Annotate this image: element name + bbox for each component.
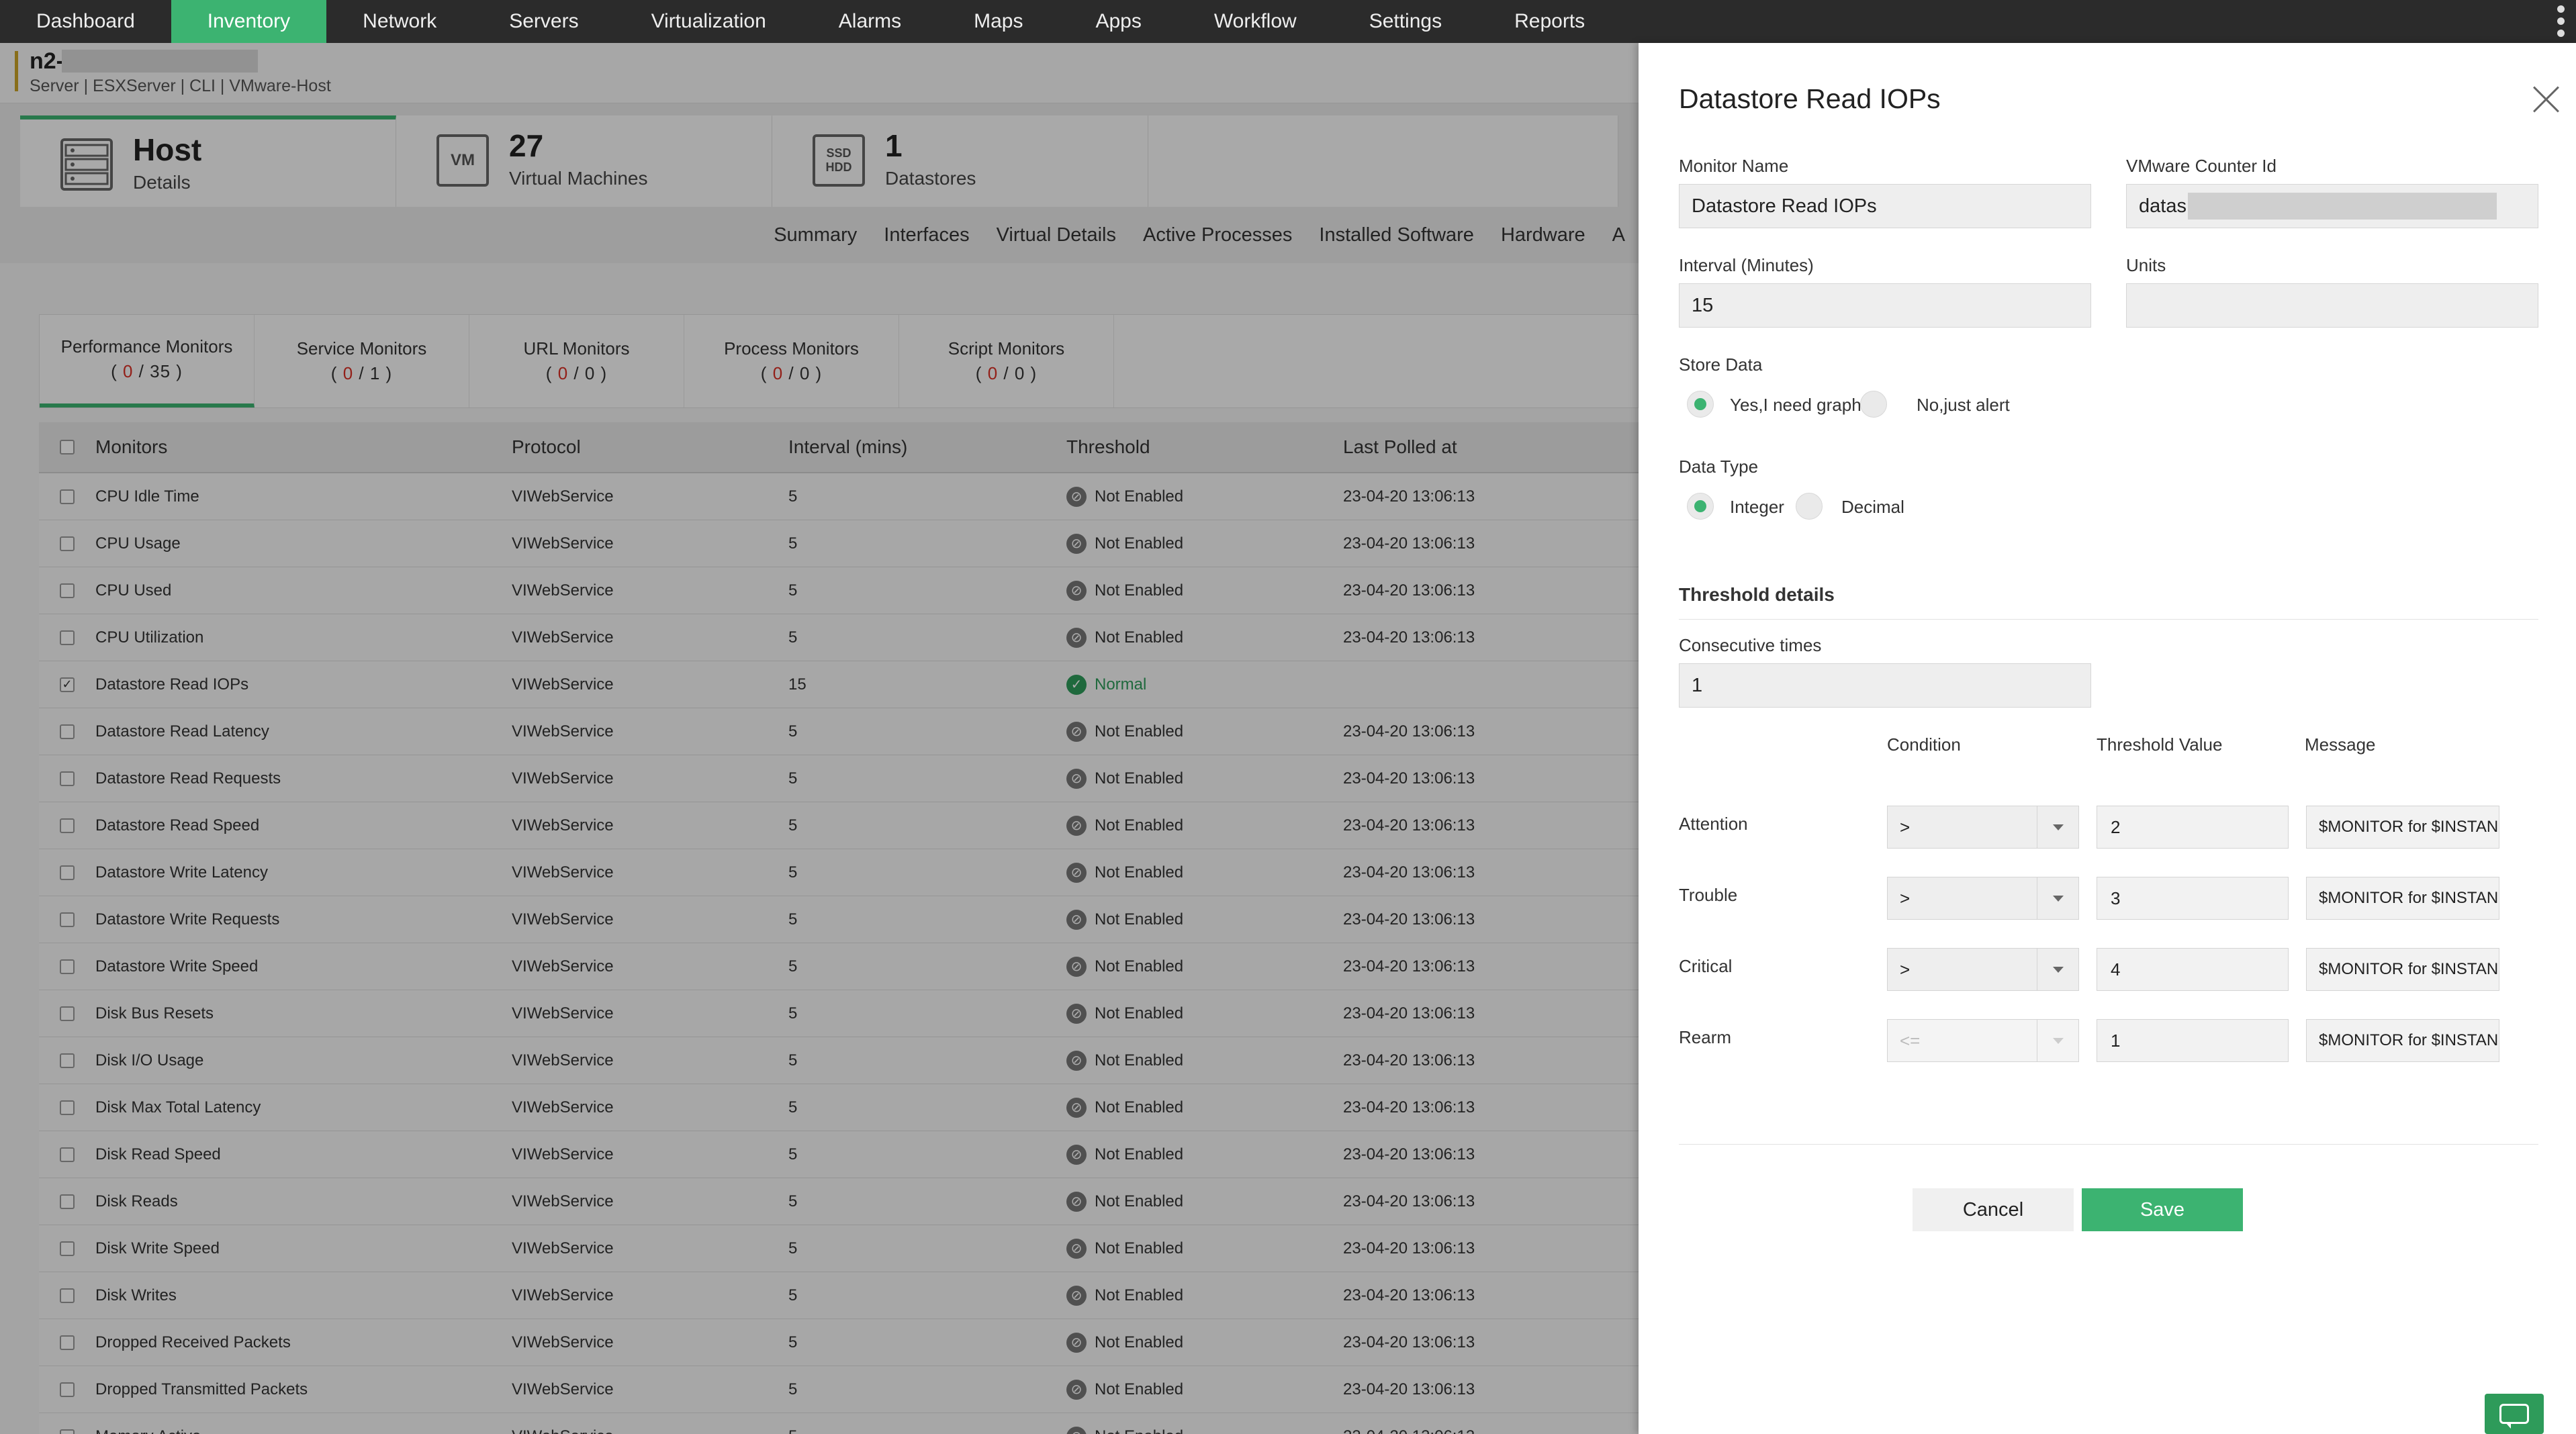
chat-icon[interactable]	[2485, 1394, 2544, 1434]
top-nav: Dashboard Inventory Network Servers Virt…	[0, 0, 2576, 43]
decimal-label: Decimal	[1841, 497, 1904, 517]
nav-inventory[interactable]: Inventory	[171, 0, 327, 43]
chevron-down-icon	[2037, 949, 2078, 990]
chevron-down-icon	[2037, 877, 2078, 919]
nav-workflow[interactable]: Workflow	[1178, 0, 1333, 43]
modal-backdrop[interactable]	[0, 43, 1639, 1434]
nav-dashboard[interactable]: Dashboard	[0, 0, 171, 43]
nav-reports[interactable]: Reports	[1478, 0, 1621, 43]
nav-virtualization[interactable]: Virtualization	[615, 0, 802, 43]
more-menu-icon[interactable]	[2557, 5, 2567, 37]
attention-message-input[interactable]: $MONITOR for $INSTANCE	[2306, 806, 2499, 849]
counter-id-label: VMware Counter Id	[2126, 156, 2276, 176]
consecutive-label: Consecutive times	[1679, 635, 1822, 655]
units-label: Units	[2126, 255, 2166, 275]
chevron-down-icon	[2037, 806, 2078, 848]
nav-maps[interactable]: Maps	[937, 0, 1059, 43]
store-yes-label: Yes,I need graphs	[1730, 395, 1870, 415]
rearm-condition-select: <=	[1887, 1019, 2079, 1062]
nav-apps[interactable]: Apps	[1059, 0, 1177, 43]
chevron-down-icon	[2037, 1020, 2078, 1061]
nav-network[interactable]: Network	[326, 0, 473, 43]
nav-settings[interactable]: Settings	[1333, 0, 1478, 43]
counter-id-value: datas	[2139, 195, 2187, 217]
panel-title: Datastore Read IOPs	[1679, 83, 1941, 114]
critical-condition-value: >	[1900, 959, 1911, 979]
interval-field[interactable]: 15	[1679, 283, 2091, 328]
monitor-name-field[interactable]: Datastore Read IOPs	[1679, 184, 2091, 228]
decimal-radio[interactable]	[1796, 493, 1823, 520]
attention-condition-select[interactable]: >	[1887, 806, 2079, 849]
condition-col-header: Condition	[1887, 734, 1961, 755]
critical-threshold-input[interactable]: 4	[2097, 948, 2289, 991]
store-no-radio[interactable]	[1860, 391, 1887, 418]
redacted-counter-id	[2187, 193, 2497, 220]
critical-condition-select[interactable]: >	[1887, 948, 2079, 991]
store-yes-radio[interactable]	[1687, 391, 1714, 418]
rearm-threshold-input[interactable]: 1	[2097, 1019, 2289, 1062]
rearm-message-input[interactable]: $MONITOR for $INSTANCE	[2306, 1019, 2499, 1062]
trouble-threshold-input[interactable]: 3	[2097, 877, 2289, 920]
footer-divider	[1679, 1144, 2538, 1145]
close-icon[interactable]	[2532, 85, 2561, 114]
data-type-label: Data Type	[1679, 457, 1759, 477]
counter-id-field[interactable]: datas	[2126, 184, 2538, 228]
integer-label: Integer	[1730, 497, 1784, 517]
threshold-details-title: Threshold details	[1679, 584, 1835, 605]
trouble-condition-select[interactable]: >	[1887, 877, 2079, 920]
attention-condition-value: >	[1900, 816, 1911, 837]
attention-label: Attention	[1679, 814, 1748, 834]
nav-alarms[interactable]: Alarms	[802, 0, 937, 43]
store-no-label: No,just alert	[1917, 395, 2010, 415]
threshold-value-col-header: Threshold Value	[2097, 734, 2223, 755]
rearm-condition-value: <=	[1900, 1030, 1921, 1051]
save-button[interactable]: Save	[2082, 1188, 2243, 1231]
integer-radio[interactable]	[1687, 493, 1714, 520]
nav-servers[interactable]: Servers	[473, 0, 614, 43]
section-divider	[1679, 619, 2538, 620]
trouble-condition-value: >	[1900, 888, 1911, 908]
store-data-label: Store Data	[1679, 354, 1763, 375]
trouble-message-input[interactable]: $MONITOR for $INSTANCE	[2306, 877, 2499, 920]
critical-message-input[interactable]: $MONITOR for $INSTANCE	[2306, 948, 2499, 991]
monitor-name-label: Monitor Name	[1679, 156, 1789, 176]
trouble-label: Trouble	[1679, 885, 1738, 905]
attention-threshold-input[interactable]: 2	[2097, 806, 2289, 849]
critical-label: Critical	[1679, 956, 1733, 976]
message-col-header: Message	[2305, 734, 2376, 755]
consecutive-field[interactable]: 1	[1679, 663, 2091, 708]
rearm-label: Rearm	[1679, 1027, 1732, 1047]
units-field[interactable]	[2126, 283, 2538, 328]
interval-label: Interval (Minutes)	[1679, 255, 1814, 275]
cancel-button[interactable]: Cancel	[1913, 1188, 2074, 1231]
